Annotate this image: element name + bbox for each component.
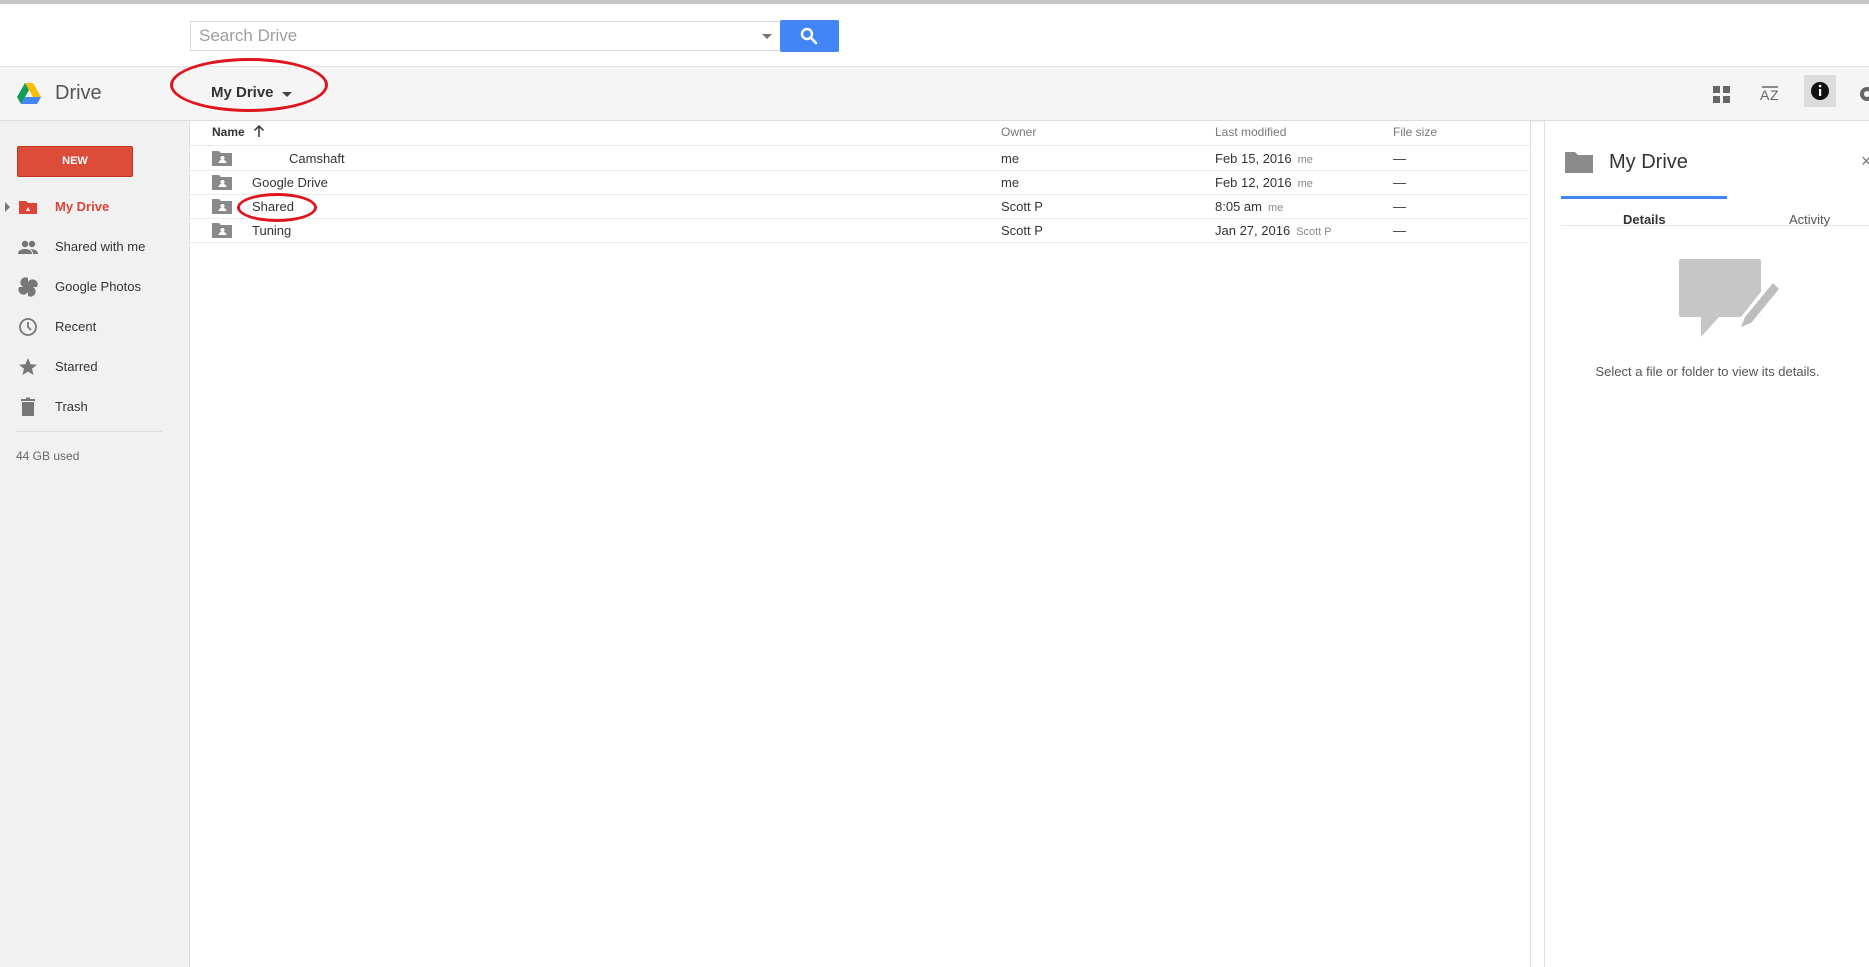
file-name: Tuning [252, 223, 292, 238]
search-options-caret-icon[interactable] [762, 34, 772, 39]
file-modified: 8:05 am me [1215, 199, 1284, 214]
file-owner: Scott P [1001, 223, 1043, 238]
shared-folder-icon [212, 199, 232, 214]
breadcrumb-dropdown-icon[interactable] [282, 92, 292, 97]
sidebar-item-label: Shared with me [55, 239, 146, 254]
settings-gear-icon[interactable] [1856, 83, 1869, 105]
column-headers: Name Owner Last modified File size [190, 121, 1530, 146]
sidebar-item-label: Trash [55, 399, 88, 414]
search-icon [800, 27, 818, 45]
file-modified: Jan 27, 2016 Scott P [1215, 223, 1332, 238]
close-icon[interactable]: × [1861, 151, 1869, 172]
column-size-header[interactable]: File size [1393, 125, 1437, 139]
people-icon [18, 240, 38, 254]
file-name: Camshaft [289, 151, 345, 166]
shared-folder-icon [212, 151, 232, 166]
info-icon [1811, 82, 1829, 100]
active-tab-indicator [1561, 196, 1727, 199]
file-modified: Feb 15, 2016 me [1215, 151, 1313, 166]
storage-usage: 44 GB used [16, 449, 80, 463]
table-row-google-drive[interactable]: Google Drive me Feb 12, 2016 me — [190, 170, 1528, 195]
search-bar-row [0, 4, 1869, 67]
star-icon [19, 358, 37, 375]
column-owner-header[interactable]: Owner [1001, 125, 1036, 139]
details-toggle-button[interactable] [1804, 75, 1836, 107]
folder-icon [1565, 152, 1593, 173]
svg-text:A: A [1760, 87, 1770, 103]
comment-bubble-pencil-icon [1679, 259, 1783, 337]
svg-text:Z: Z [1770, 87, 1779, 103]
app-header: Drive My Drive A Z [0, 67, 1869, 121]
breadcrumb-my-drive[interactable]: My Drive [211, 84, 274, 101]
sort-ascending-arrow-icon[interactable] [253, 124, 265, 138]
shared-folder-icon [212, 223, 232, 238]
sort-az-icon[interactable]: A Z [1760, 83, 1782, 105]
sidebar-item-label: Starred [55, 359, 98, 374]
table-row-camshaft[interactable]: Camshaft me Feb 15, 2016 me — [190, 146, 1528, 171]
tab-details[interactable]: Details [1623, 212, 1666, 227]
app-title: Drive [55, 82, 102, 104]
sidebar: NEW My Drive Shared with me Google Photo… [0, 121, 190, 967]
details-panel: My Drive × Details Activity Select a fil… [1544, 121, 1869, 967]
sidebar-item-my-drive[interactable]: My Drive [0, 187, 189, 227]
modified-by: me [1297, 178, 1313, 190]
shared-folder-icon [212, 175, 232, 190]
file-size: — [1393, 151, 1406, 166]
sidebar-item-trash[interactable]: Trash [0, 387, 189, 427]
table-row-shared[interactable]: Shared Scott P 8:05 am me — [190, 194, 1528, 219]
details-title: My Drive [1609, 151, 1688, 173]
search-button[interactable] [780, 20, 839, 52]
trash-icon [21, 397, 35, 416]
photos-pinwheel-icon [18, 277, 38, 297]
sidebar-item-shared-with-me[interactable]: Shared with me [0, 227, 189, 267]
file-size: — [1393, 175, 1406, 190]
modified-by: Scott P [1296, 226, 1332, 238]
file-size: — [1393, 199, 1406, 214]
my-drive-folder-icon [19, 201, 37, 214]
sidebar-divider [16, 431, 162, 432]
file-name: Google Drive [252, 175, 328, 190]
file-modified: Feb 12, 2016 me [1215, 175, 1313, 190]
new-button[interactable]: NEW [17, 146, 133, 177]
search-input[interactable] [191, 22, 767, 50]
sidebar-item-label: Recent [55, 319, 97, 334]
sidebar-nav: My Drive Shared with me Google Photos Re… [0, 187, 189, 427]
file-owner: me [1001, 151, 1020, 166]
drive-logo-icon [17, 83, 41, 104]
search-box[interactable] [190, 21, 780, 51]
column-modified-header[interactable]: Last modified [1215, 125, 1286, 139]
modified-by: me [1297, 154, 1313, 166]
file-owner: Scott P [1001, 199, 1043, 214]
sidebar-item-recent[interactable]: Recent [0, 307, 189, 347]
column-name-header[interactable]: Name [212, 125, 245, 139]
grid-view-icon[interactable] [1711, 83, 1733, 105]
sidebar-item-label: My Drive [55, 199, 110, 214]
file-name: Shared [252, 199, 294, 214]
sidebar-item-starred[interactable]: Starred [0, 347, 189, 387]
details-empty-hint: Select a file or folder to view its deta… [1595, 364, 1820, 379]
file-owner: me [1001, 175, 1020, 190]
file-size: — [1393, 223, 1406, 238]
file-list: Name Owner Last modified File size Camsh… [190, 121, 1531, 967]
clock-icon [19, 318, 37, 336]
expand-arrow-icon[interactable] [5, 202, 10, 212]
tab-activity[interactable]: Activity [1789, 212, 1830, 227]
modified-by: me [1267, 202, 1284, 214]
sidebar-item-google-photos[interactable]: Google Photos [0, 267, 189, 307]
table-row-tuning[interactable]: Tuning Scott P Jan 27, 2016 Scott P — [190, 218, 1528, 243]
sidebar-item-label: Google Photos [55, 279, 142, 294]
